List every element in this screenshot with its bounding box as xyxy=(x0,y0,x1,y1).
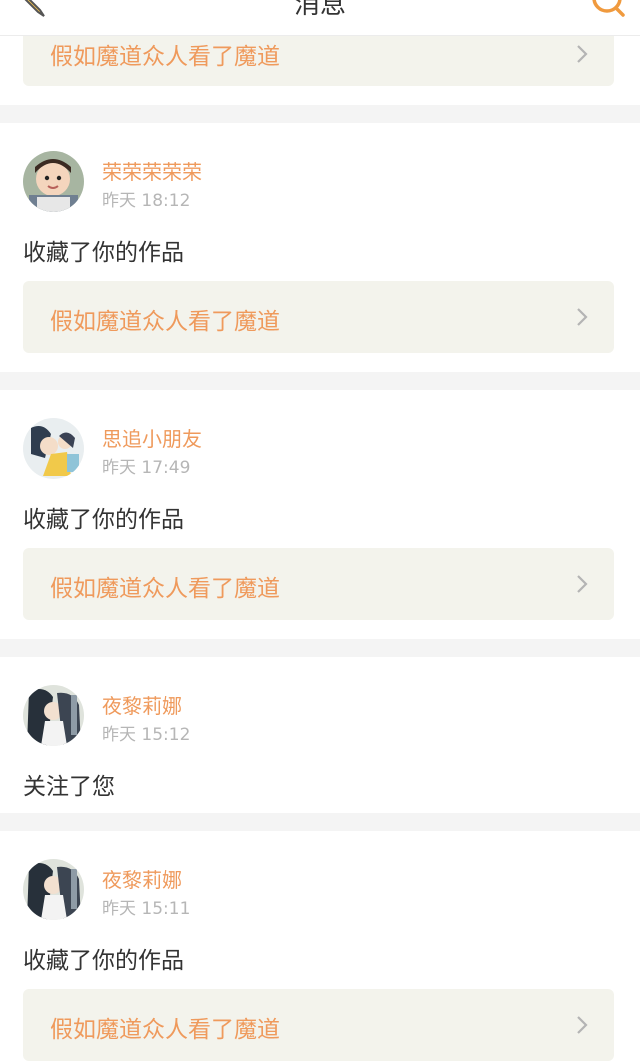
avatar[interactable] xyxy=(23,859,84,920)
avatar[interactable] xyxy=(23,418,84,479)
chevron-right-icon xyxy=(577,575,588,593)
message-card: 荣荣荣荣荣 昨天 18:12 收藏了你的作品 假如魔道众人看了魔道 xyxy=(0,123,640,372)
username[interactable]: 夜黎莉娜 xyxy=(102,690,182,719)
work-title: 假如魔道众人看了魔道 xyxy=(50,576,280,602)
search-icon[interactable] xyxy=(590,0,626,20)
avatar[interactable] xyxy=(23,151,84,212)
message-feed: 假如魔道众人看了魔道 荣荣荣荣荣 昨天 18:12 收藏了你的作品 假如魔道众人 xyxy=(0,36,640,1063)
work-link[interactable]: 假如魔道众人看了魔道 xyxy=(23,36,614,86)
username[interactable]: 夜黎莉娜 xyxy=(102,864,182,893)
avatar[interactable] xyxy=(23,685,84,746)
timestamp: 昨天 18:12 xyxy=(102,191,191,211)
chevron-right-icon xyxy=(577,308,588,326)
message-card: 思追小朋友 昨天 17:49 收藏了你的作品 假如魔道众人看了魔道 xyxy=(0,390,640,639)
username[interactable]: 思追小朋友 xyxy=(102,423,202,452)
timestamp: 昨天 15:12 xyxy=(102,725,191,745)
work-title: 假如魔道众人看了魔道 xyxy=(50,309,280,335)
timestamp: 昨天 15:11 xyxy=(102,899,191,919)
action-text: 关注了您 xyxy=(23,774,115,800)
top-nav-bar: 消息 xyxy=(0,0,640,36)
work-link[interactable]: 假如魔道众人看了魔道 xyxy=(23,548,614,620)
action-text: 收藏了你的作品 xyxy=(23,240,184,266)
message-card: 假如魔道众人看了魔道 xyxy=(0,36,640,105)
work-link[interactable]: 假如魔道众人看了魔道 xyxy=(23,989,614,1061)
timestamp: 昨天 17:49 xyxy=(102,458,191,478)
message-card: 夜黎莉娜 昨天 15:12 关注了您 xyxy=(0,657,640,813)
action-text: 收藏了你的作品 xyxy=(23,507,184,533)
work-title: 假如魔道众人看了魔道 xyxy=(50,44,280,70)
message-card: 夜黎莉娜 昨天 15:11 收藏了你的作品 假如魔道众人看了魔道 xyxy=(0,831,640,1063)
page-title: 消息 xyxy=(293,0,346,20)
chevron-right-icon xyxy=(577,1016,588,1034)
chevron-right-icon xyxy=(577,45,588,63)
username[interactable]: 荣荣荣荣荣 xyxy=(102,156,202,185)
action-text: 收藏了你的作品 xyxy=(23,948,184,974)
work-title: 假如魔道众人看了魔道 xyxy=(50,1017,280,1043)
work-link[interactable]: 假如魔道众人看了魔道 xyxy=(23,281,614,353)
